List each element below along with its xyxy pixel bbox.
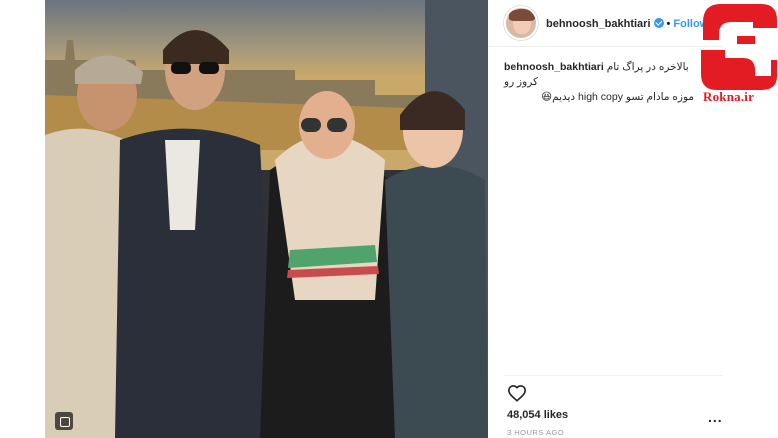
rokna-logo-text: Rokna.ir [703, 89, 755, 104]
rokna-logo-mark [701, 4, 777, 90]
post-photo[interactable] [45, 0, 488, 438]
post-caption: behnoosh_bakhtiari بالاخره در پراگ تام ک… [504, 60, 694, 105]
avatar[interactable] [504, 6, 538, 40]
verified-badge-icon [653, 17, 664, 28]
caption-line-2: موزه مادام تسو high copy دیدیم😆 [541, 91, 694, 103]
username-text[interactable]: behnoosh_bakhtiari [546, 18, 651, 30]
actions-divider [504, 375, 723, 376]
header-divider [488, 46, 723, 47]
caption-username[interactable]: behnoosh_bakhtiari [504, 61, 604, 73]
separator-dot: • [666, 17, 671, 30]
heart-icon[interactable] [507, 384, 527, 402]
rokna-logo: Rokna.ir [697, 0, 778, 110]
username-link[interactable]: behnoosh_bakhtiari • Follow [546, 17, 708, 30]
photo-scene [45, 0, 488, 438]
more-options-button[interactable]: ... [708, 410, 723, 424]
multiple-photos-icon [55, 412, 73, 430]
post-time: 3 HOURS AGO [507, 428, 565, 437]
likes-count[interactable]: 48,054 likes [507, 409, 568, 421]
post-header: behnoosh_bakhtiari • Follow [488, 0, 723, 46]
